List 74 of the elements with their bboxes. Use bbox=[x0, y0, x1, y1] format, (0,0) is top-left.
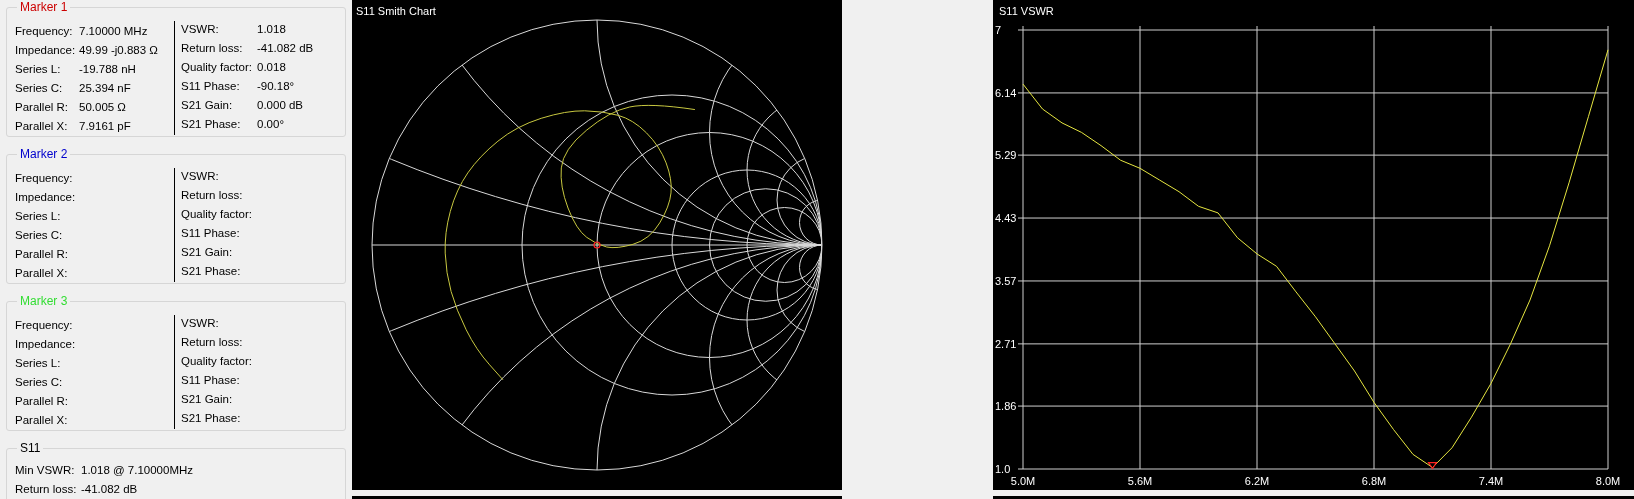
field-label: VSWR: bbox=[181, 316, 220, 329]
field-label: Return loss: bbox=[15, 482, 77, 495]
group-title: Marker 1 bbox=[19, 0, 69, 14]
field-value: -19.788 nH bbox=[79, 62, 137, 75]
field-label: Return loss: bbox=[181, 335, 244, 348]
field-label: VSWR: bbox=[181, 22, 220, 35]
axis-label: 4.43 bbox=[995, 212, 1017, 225]
field-label: Return loss: bbox=[181, 41, 244, 54]
axis-label: 1.86 bbox=[995, 400, 1017, 413]
field-label: Return loss: bbox=[181, 188, 244, 201]
field-value: -41.082 dB bbox=[257, 41, 314, 54]
field-label: Parallel X: bbox=[15, 119, 69, 132]
field-value: 7.9161 pF bbox=[79, 119, 132, 132]
field-label: Parallel X: bbox=[15, 266, 69, 279]
field-value: 0.018 bbox=[257, 60, 287, 73]
field-label: Impedance: bbox=[15, 190, 75, 203]
chart-title: S11 Smith Chart bbox=[356, 5, 436, 17]
field-value: -41.082 dB bbox=[81, 482, 139, 495]
axis-label: 7.4M bbox=[1478, 475, 1504, 487]
field-value: 50.005 Ω bbox=[79, 100, 127, 113]
field-label: Series L: bbox=[15, 356, 62, 369]
group-title: S11 bbox=[19, 441, 42, 455]
field-label: Frequency: bbox=[15, 318, 74, 331]
field-label: S21 Gain: bbox=[181, 392, 234, 405]
field-value: 1.018 bbox=[257, 22, 287, 35]
axis-label: 5.0M bbox=[1010, 475, 1036, 487]
field-label: Quality factor: bbox=[181, 354, 253, 367]
field-label: Quality factor: bbox=[181, 60, 253, 73]
field-value: -90.18° bbox=[257, 79, 296, 92]
field-label: Min VSWR: bbox=[15, 463, 76, 476]
axis-label: 6.14 bbox=[995, 86, 1017, 99]
field-label: VSWR: bbox=[181, 169, 220, 182]
field-label: Impedance: bbox=[15, 43, 75, 56]
field-label: Series C: bbox=[15, 375, 64, 388]
field-label: S21 Gain: bbox=[181, 98, 234, 111]
field-value: 25.394 nF bbox=[79, 81, 132, 94]
field-label: Series L: bbox=[15, 209, 62, 222]
field-label: S21 Phase: bbox=[181, 264, 242, 277]
field-label: Impedance: bbox=[15, 337, 75, 350]
axis-label: 2.71 bbox=[995, 337, 1017, 350]
group-title: Marker 2 bbox=[19, 147, 69, 161]
field-label: S21 Phase: bbox=[181, 117, 242, 130]
axis-label: 3.57 bbox=[995, 274, 1017, 287]
marker-icon bbox=[1427, 461, 1438, 470]
field-label: S11 Phase: bbox=[181, 79, 241, 92]
field-label: Parallel R: bbox=[15, 247, 70, 260]
field-label: Parallel R: bbox=[15, 100, 70, 113]
group-title: Marker 3 bbox=[19, 294, 69, 308]
field-label: Series C: bbox=[15, 228, 64, 241]
field-label: Quality factor: bbox=[181, 207, 253, 220]
field-value: 49.99 -j0.883 Ω bbox=[79, 43, 159, 56]
field-label: S21 Gain: bbox=[181, 245, 234, 258]
field-label: Series L: bbox=[15, 62, 62, 75]
field-value: 0.00° bbox=[257, 117, 285, 130]
axis-label: 1.0 bbox=[995, 463, 1011, 475]
field-label: S11 Phase: bbox=[181, 226, 241, 239]
axis-label: 8.0M bbox=[1595, 475, 1621, 487]
axis-label: 7 bbox=[995, 24, 1002, 36]
chart-title: S11 VSWR bbox=[999, 5, 1054, 17]
field-label: Frequency: bbox=[15, 24, 74, 37]
axis-label: 6.2M bbox=[1244, 475, 1270, 487]
axis-label: 6.8M bbox=[1361, 475, 1387, 487]
field-label: Parallel R: bbox=[15, 394, 70, 407]
field-value: 7.10000 MHz bbox=[79, 24, 149, 37]
field-label: Series C: bbox=[15, 81, 64, 94]
field-label: S21 Phase: bbox=[181, 411, 242, 424]
field-value: 1.018 @ 7.10000MHz bbox=[81, 463, 195, 476]
field-value: 0.000 dB bbox=[257, 98, 305, 111]
axis-label: 5.29 bbox=[995, 149, 1017, 162]
axis-label: 5.6M bbox=[1127, 475, 1153, 487]
marker-icon bbox=[593, 241, 601, 249]
field-label: Frequency: bbox=[15, 171, 74, 184]
field-label: S11 Phase: bbox=[181, 373, 241, 386]
field-label: Parallel X: bbox=[15, 413, 69, 426]
